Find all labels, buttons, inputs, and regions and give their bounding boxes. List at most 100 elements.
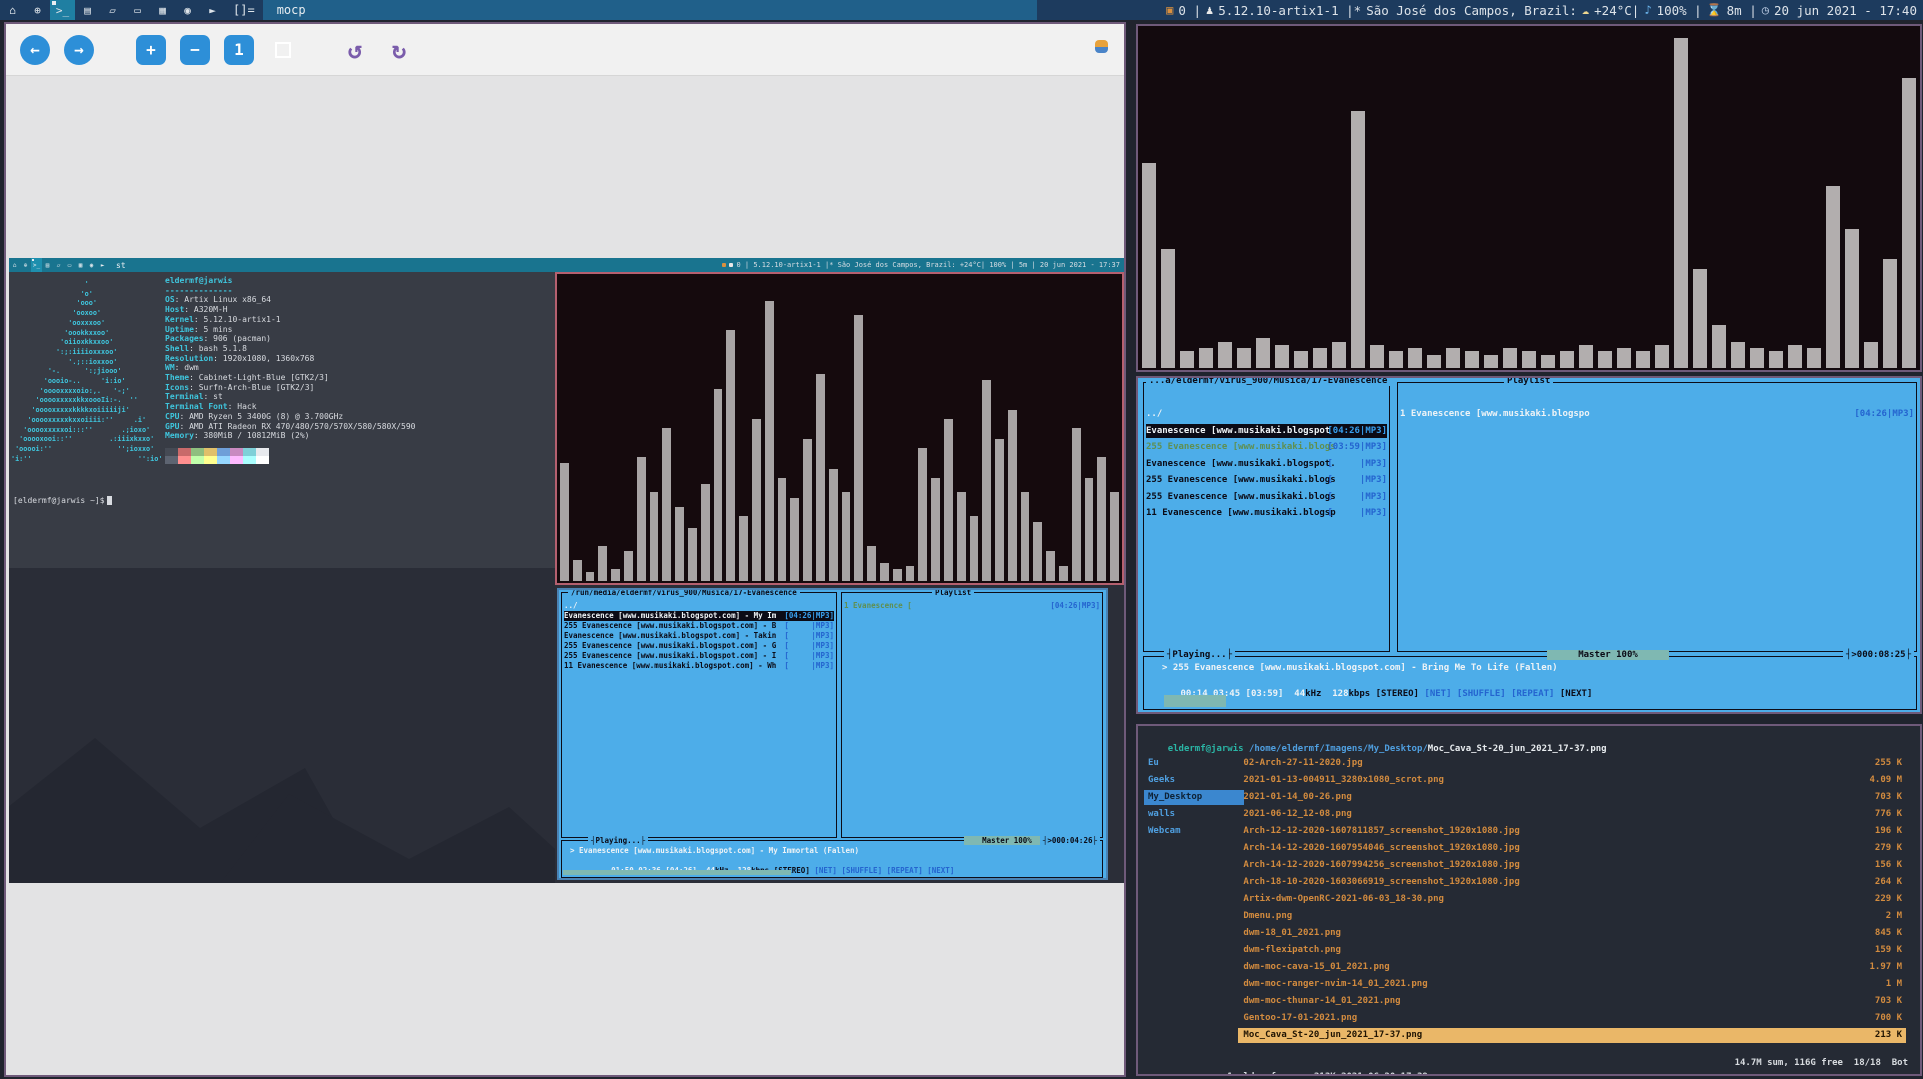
tag-images[interactable]: ▦ <box>150 0 175 20</box>
rotate-left-button[interactable]: ↺ <box>340 35 370 65</box>
tag-home[interactable]: ⌂ <box>0 0 25 20</box>
shot-terminal: ' 'o' 'ooo' 'ooxoo' 'ooxxxoo' 'oookkxxoo… <box>9 272 555 568</box>
cava-bar <box>1446 348 1460 368</box>
shell-prompt: [eldermf@jarwis ~]$ <box>13 496 112 505</box>
shot-tag-computer: ▭ <box>64 258 75 272</box>
palette-swatch <box>178 456 191 464</box>
cava-bar <box>739 516 748 581</box>
tag-camera[interactable]: ◉ <box>175 0 200 20</box>
ranger-file-size: 1 M <box>1885 979 1902 989</box>
cava-bar <box>1218 342 1232 368</box>
cava-bar <box>1332 342 1346 368</box>
ranger-file-row[interactable]: Moc_Cava_St-20_jun_2021_17-37.png 213 K <box>1238 1028 1906 1043</box>
zoom-out-button[interactable]: − <box>180 34 210 65</box>
ranger-file-row[interactable]: Artix-dwm-OpenRC-2021-06-03_18-30.png 229… <box>1238 892 1906 907</box>
cava-bar <box>1560 351 1574 368</box>
image-viewer-window[interactable]: ← → + − 1 ↺ ↻ ⌂ ⊕ >_ ▤ ▱ ▭ ▦ ◉ ► st 0 | 5.12.10-artix1… <box>4 22 1126 1077</box>
neofetch-field-value: : 1920x1080, 1360x768 <box>213 353 315 363</box>
ranger-file-name: dwm-moc-thunar-14_01_2021.png <box>1238 996 1401 1006</box>
fit-window-button[interactable] <box>268 35 298 65</box>
tag-browser[interactable]: ⊕ <box>25 0 50 20</box>
layout-symbol[interactable]: []= <box>225 0 263 20</box>
ranger-file-row[interactable]: dwm-moc-cava-15_01_2021.png 1.97 M <box>1238 960 1906 975</box>
shot-camera-icon: ◉ <box>89 261 94 269</box>
ranger-window[interactable]: eldermf@jarwis /home/eldermf/Imagens/My_… <box>1136 724 1922 1076</box>
cava-bar <box>879 563 889 581</box>
volume-text: 100% | <box>1656 2 1702 18</box>
ranger-file-name: dwm-18_01_2021.png <box>1238 928 1341 938</box>
ranger-file-row[interactable]: dwm-18_01_2021.png 845 K <box>1238 926 1906 941</box>
moc-row-time: [ |MP3] <box>784 661 834 670</box>
palette-swatch <box>243 448 256 456</box>
cava-bar <box>1503 348 1517 368</box>
ranger-dir-Eu[interactable]: Eu <box>1144 756 1244 771</box>
tag-computer[interactable]: ▭ <box>125 0 150 20</box>
toolbar-more-icon[interactable] <box>1095 40 1108 53</box>
ranger-file-row[interactable]: Arch-14-12-2020-1607954046_screenshot_19… <box>1238 841 1906 856</box>
palette-swatch <box>191 448 204 456</box>
tag-documents[interactable]: ▤ <box>75 0 100 20</box>
palette-swatch <box>256 448 269 456</box>
fit-window-icon <box>275 41 291 58</box>
palette-swatch <box>204 448 217 456</box>
moc-row: Evanescence [www.musikaki.blogspot.com] … <box>564 631 834 641</box>
tag-files[interactable]: ▱ <box>100 0 125 20</box>
actual-size-icon: 1 <box>234 40 244 59</box>
ranger-file-row[interactable]: Arch-12-12-2020-1607811857_screenshot_19… <box>1238 824 1906 839</box>
ranger-dir-My_Desktop[interactable]: My_Desktop <box>1144 790 1244 805</box>
ranger-dir-Geeks[interactable]: Geeks <box>1144 773 1244 788</box>
cava-bar <box>649 492 659 581</box>
zoom-in-button[interactable]: + <box>136 34 166 65</box>
rotate-right-icon: ↻ <box>391 35 407 64</box>
moc-row: 11 Evanescence [www.musikaki.blogspot.co… <box>564 661 834 671</box>
moc-row[interactable]: 255 Evanescence [www.musikaki.blogs[ |MP… <box>1146 473 1387 487</box>
moc-row[interactable]: 255 Evanescence [www.musikaki.blogs [03:5… <box>1146 440 1387 454</box>
artix-ascii-logo: ' 'o' 'ooo' 'ooxoo' 'ooxxxoo' 'oookkxxoo… <box>11 280 163 463</box>
ranger-file-row[interactable]: 02-Arch-27-11-2020.jpg 255 K <box>1238 756 1906 771</box>
neofetch-info: eldermf@jarwis -------------- OS: Artix Li… <box>165 276 415 441</box>
shot-status-string: 0 | 5.12.10-artix1-1 |* São José dos Cam… <box>736 261 1120 269</box>
shot-home-icon: ⌂ <box>12 261 17 269</box>
moc-row[interactable]: ../ <box>1146 407 1387 421</box>
ranger-file-row[interactable]: dwm-moc-ranger-nvim-14_01_2021.png 1 M <box>1238 977 1906 992</box>
shot-terminal-icon: >_ <box>32 261 41 269</box>
ranger-file-name: dwm-flexipatch.png <box>1238 945 1341 955</box>
ranger-file-row[interactable]: dwm-moc-thunar-14_01_2021.png 703 K <box>1238 994 1906 1009</box>
moc-window[interactable]: ...a/eldermf/virus_900/Música/17-Evanesc… <box>1136 376 1922 714</box>
tag-telegram[interactable]: ► <box>200 0 225 20</box>
home-icon: ⌂ <box>9 3 16 17</box>
moc-row[interactable]: Evanescence [www.musikaki.blogspot [04:26… <box>1146 423 1387 438</box>
moc-row-name: 255 Evanescence [www.musikaki.blogspot.c… <box>564 651 777 660</box>
viewer-toolbar: ← → + − 1 ↺ ↻ <box>6 24 1124 76</box>
moc-row-name: Evanescence [www.musikaki.blogspot.com] … <box>564 611 777 620</box>
shot-tag-documents: ▤ <box>42 258 53 272</box>
palette-swatch <box>204 456 217 464</box>
ranger-file-row[interactable]: Gentoo-17-01-2021.png 700 K <box>1238 1011 1906 1026</box>
actual-size-button[interactable]: 1 <box>224 34 254 65</box>
cava-bar <box>1864 342 1878 368</box>
cava-bar <box>1674 38 1688 368</box>
tag-terminal[interactable]: >_ <box>50 0 75 20</box>
forward-button[interactable]: → <box>64 34 94 65</box>
ranger-file-name: Dmenu.png <box>1238 911 1293 921</box>
moc-row[interactable]: 11 Evanescence [www.musikaki.blogsp[ |MP… <box>1146 506 1387 520</box>
ranger-file-row[interactable]: 2021-01-13-004911_3280x1080_scrot.png 4.0… <box>1238 773 1906 788</box>
moc-row[interactable]: Evanescence [www.musikaki.blogspot.[ |MP… <box>1146 457 1387 471</box>
moc-row[interactable]: 1 Evanescence [www.musikaki.blogspo [04:2… <box>1400 407 1914 421</box>
rotate-right-button[interactable]: ↻ <box>384 35 414 65</box>
neofetch-field: Host: A320M-H <box>165 305 415 315</box>
back-button[interactable]: ← <box>20 34 50 65</box>
ranger-file-row[interactable]: 2021-01-14_00-26.png 703 K <box>1238 790 1906 805</box>
shot-window-title: st <box>116 260 126 270</box>
ranger-file-row[interactable]: Arch-14-12-2020-1607994256_screenshot_19… <box>1238 858 1906 873</box>
ranger-file-row[interactable]: Arch-18-10-2020-1603066919_screenshot_19… <box>1238 875 1906 890</box>
shot-computer-icon: ▭ <box>67 261 72 269</box>
ranger-dir-walls[interactable]: walls <box>1144 807 1244 822</box>
cava-bar <box>751 419 761 581</box>
cava-window[interactable] <box>1136 24 1922 372</box>
ranger-file-row[interactable]: 2021-06-12_12-08.png 776 K <box>1238 807 1906 822</box>
moc-row[interactable]: 255 Evanescence [www.musikaki.blogs[ |MP… <box>1146 490 1387 504</box>
ranger-dir-Webcam[interactable]: Webcam <box>1144 824 1244 839</box>
ranger-file-row[interactable]: Dmenu.png 2 M <box>1238 909 1906 924</box>
ranger-file-row[interactable]: dwm-flexipatch.png 159 K <box>1238 943 1906 958</box>
